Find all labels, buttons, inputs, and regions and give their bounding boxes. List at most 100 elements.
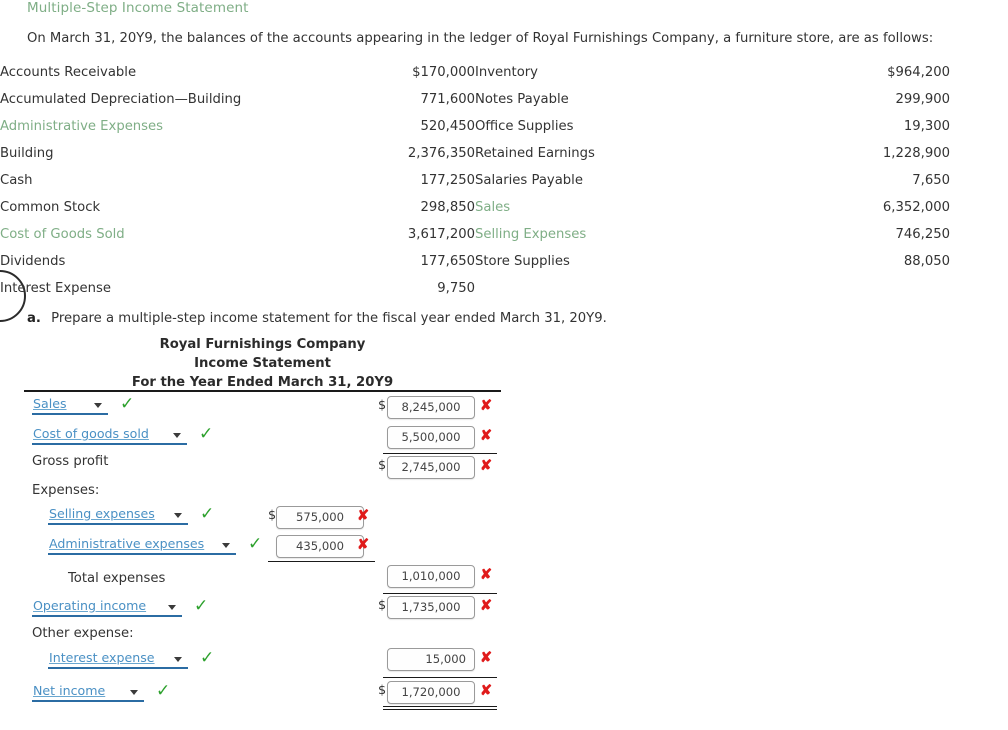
ledger-right-value	[680, 275, 950, 302]
table-row: Building 2,376,350 Retained Earnings 1,2…	[0, 140, 950, 167]
select-administrative-expenses[interactable]: Administrative expenses	[48, 536, 236, 555]
ledger-left-value: 177,650	[420, 254, 475, 269]
ledger-left-label: Administrative Expenses	[0, 119, 164, 134]
select-selling-expenses[interactable]: Selling expenses	[48, 506, 188, 525]
select-admin-value: Administrative expenses	[49, 536, 205, 551]
ledger-right-label: Selling Expenses	[475, 227, 587, 242]
table-row: Common Stock 298,850 Sales 6,352,000	[0, 194, 950, 221]
table-row: Interest Expense 9,750	[0, 275, 950, 302]
check-icon-admin: ✓	[248, 534, 263, 554]
check-icon-operating-income: ✓	[194, 596, 209, 616]
amount-input-selling[interactable]: 575,000	[276, 506, 364, 529]
chevron-down-icon	[222, 543, 230, 548]
ledger-right-value: 88,050	[903, 254, 950, 269]
question-marker: a.	[27, 311, 41, 326]
label-gross-profit: Gross profit	[32, 454, 109, 469]
table-row: Administrative Expenses 520,450 Office S…	[0, 113, 950, 140]
chevron-down-icon	[168, 605, 176, 610]
select-cogs-value: Cost of goods sold	[33, 426, 149, 441]
subtotal-rule-gross-profit	[383, 453, 497, 454]
ledger-right-value: 7,650	[912, 173, 950, 188]
amount-input-admin[interactable]: 435,000	[276, 535, 364, 558]
check-icon-interest: ✓	[200, 648, 215, 668]
ledger-left-value: 298,850	[420, 200, 475, 215]
x-icon-sales: ✘	[480, 398, 493, 414]
amount-input-operating-income[interactable]: 1,735,000	[387, 596, 475, 619]
label-expenses: Expenses:	[32, 483, 100, 498]
statement-top-rule	[24, 390, 501, 392]
table-row: Accounts Receivable $170,000 Inventory $…	[0, 59, 950, 86]
ledger-left-value: $170,000	[412, 65, 475, 80]
worksheet-page: Multiple-Step Income Statement On March …	[0, 0, 1008, 730]
ledger-right-value: 1,228,900	[882, 146, 950, 161]
select-interest-value: Interest expense	[49, 650, 155, 665]
statement-title: Income Statement	[194, 356, 331, 371]
x-icon-interest: ✘	[480, 650, 493, 666]
ledger-right-value: $964,200	[887, 65, 950, 80]
table-row: Cash 177,250 Salaries Payable 7,650	[0, 167, 950, 194]
ledger-right-label: Inventory	[475, 65, 538, 80]
page-title: Multiple-Step Income Statement	[27, 0, 249, 16]
ledger-right-label: Sales	[475, 200, 511, 215]
table-row: Dividends 177,650 Store Supplies 88,050	[0, 248, 950, 275]
ledger-right-value: 299,900	[895, 92, 950, 107]
select-net-income[interactable]: Net income	[32, 683, 144, 702]
ledger-right-label: Salaries Payable	[475, 173, 583, 188]
x-icon-admin: ✘	[357, 537, 370, 553]
subtotal-rule-operating-income	[383, 593, 497, 594]
ledger-left-value: 2,376,350	[407, 146, 475, 161]
select-interest-expense[interactable]: Interest expense	[48, 650, 188, 669]
select-operating-income[interactable]: Operating income	[32, 598, 182, 617]
currency-symbol-gross-profit: $	[378, 458, 387, 473]
ledger-left-value: 520,450	[420, 119, 475, 134]
amount-input-sales[interactable]: 8,245,000	[387, 396, 475, 419]
amount-input-cogs[interactable]: 5,500,000	[387, 426, 475, 449]
ledger-left-value: 3,617,200	[407, 227, 475, 242]
question-prompt: a. Prepare a multiple-step income statem…	[27, 311, 607, 326]
select-cost-of-goods-sold[interactable]: Cost of goods sold	[32, 426, 187, 445]
x-icon-total-expenses: ✘	[480, 567, 493, 583]
ledger-right-label: Retained Earnings	[475, 146, 595, 161]
ledger-left-value: 177,250	[420, 173, 475, 188]
table-row: Cost of Goods Sold 3,617,200 Selling Exp…	[0, 221, 950, 248]
currency-symbol-net-income: $	[378, 683, 387, 698]
ledger-left-value: 771,600	[420, 92, 475, 107]
ledger-left-label: Interest Expense	[0, 281, 111, 296]
check-icon-cogs: ✓	[199, 424, 214, 444]
double-rule-total	[383, 706, 497, 710]
chevron-down-icon	[94, 403, 102, 408]
ledger-left-label: Accounts Receivable	[0, 65, 137, 80]
currency-symbol-sales: $	[378, 398, 387, 413]
amount-input-total-expenses[interactable]: 1,010,000	[387, 565, 475, 588]
chevron-down-icon	[174, 657, 182, 662]
subtotal-rule-net-income	[383, 677, 497, 678]
chevron-down-icon	[174, 513, 182, 518]
ledger-left-label: Cash	[0, 173, 33, 188]
ledger-right-label: Office Supplies	[475, 119, 574, 134]
select-operating-income-value: Operating income	[33, 598, 147, 613]
select-selling-value: Selling expenses	[49, 506, 155, 521]
ledger-grid: Accounts Receivable $170,000 Inventory $…	[0, 59, 950, 302]
amount-input-gross-profit[interactable]: 2,745,000	[387, 456, 475, 479]
x-icon-net-income: ✘	[480, 683, 493, 699]
ledger-left-label: Common Stock	[0, 200, 101, 215]
label-total-expenses: Total expenses	[68, 571, 166, 586]
currency-symbol-operating-income: $	[378, 598, 387, 613]
select-net-income-value: Net income	[33, 683, 106, 698]
question-text: Prepare a multiple-step income statement…	[51, 311, 607, 326]
amount-input-net-income[interactable]: 1,720,000	[387, 681, 475, 704]
ledger-left-value: 9,750	[437, 281, 475, 296]
subtotal-rule-total-expenses	[268, 561, 375, 562]
x-icon-gross-profit: ✘	[480, 458, 493, 474]
amount-input-interest[interactable]: 15,000	[387, 648, 475, 671]
ledger-left-label: Building	[0, 146, 54, 161]
check-icon-net-income: ✓	[156, 681, 171, 701]
ledger-right-label: Store Supplies	[475, 254, 570, 269]
currency-symbol-selling: $	[268, 508, 277, 523]
ledger-table: Accounts Receivable $170,000 Inventory $…	[0, 59, 1008, 302]
chevron-down-icon	[130, 690, 138, 695]
select-sales[interactable]: Sales	[32, 396, 108, 415]
check-icon-sales: ✓	[120, 394, 135, 414]
statement-heading: Royal Furnishings Company Income Stateme…	[24, 335, 501, 392]
ledger-right-label	[475, 275, 680, 302]
